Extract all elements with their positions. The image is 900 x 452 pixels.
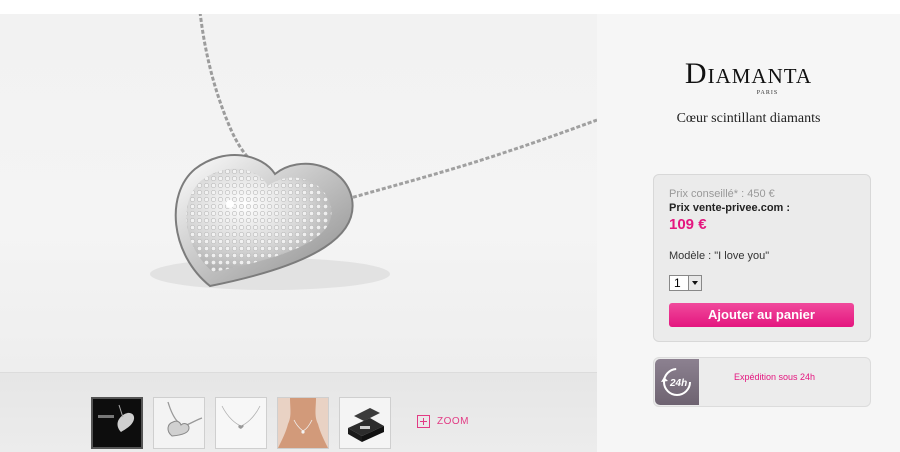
price-box: Prix conseillé* : 450 € Prix vente-prive… (653, 174, 871, 342)
product-gallery: ZOOM (0, 14, 597, 452)
product-title: Cœur scintillant diamants (676, 111, 821, 126)
thumb-necklace-full-image (216, 398, 266, 448)
thumb-gift-box-image (340, 398, 390, 448)
main-product-image[interactable] (0, 14, 597, 372)
brand-name: Diamanta (684, 57, 813, 90)
thumb-necklace-closeup[interactable] (153, 397, 205, 449)
thumbnail-bar: ZOOM (0, 372, 597, 452)
top-strip (0, 0, 900, 14)
thumb-box-packaging-image (93, 399, 141, 447)
thumb-worn-model-image (278, 398, 328, 448)
shipping-info: 24h Expédition sous 24h (653, 357, 871, 407)
thumb-necklace-closeup-image (154, 398, 204, 448)
sale-price-label: Prix vente-privee.com : (669, 202, 791, 214)
model-label: Modèle : "I love you" (669, 250, 770, 262)
quantity-select[interactable]: 1 (669, 275, 702, 291)
product-info-panel: Diamanta PARIS Cœur scintillant diamants… (597, 14, 900, 452)
shipping-24h-icon: 24h (655, 359, 699, 405)
brand-logo: Diamanta PARIS (597, 57, 900, 97)
shipping-icon-label: 24h (669, 378, 687, 389)
zoom-label: ZOOM (437, 416, 469, 427)
thumb-gift-box[interactable] (339, 397, 391, 449)
zoom-button[interactable]: ZOOM (417, 415, 469, 428)
chevron-down-icon[interactable] (688, 276, 701, 290)
thumb-worn-model[interactable] (277, 397, 329, 449)
add-to-cart-button[interactable]: Ajouter au panier (669, 303, 854, 327)
recommended-price: Prix conseillé* : 450 € (669, 188, 775, 200)
thumb-necklace-full[interactable] (215, 397, 267, 449)
sale-price: 109 € (669, 216, 707, 233)
quantity-value: 1 (674, 276, 681, 290)
necklace-illustration (150, 14, 597, 290)
shipping-24h-graphic: 24h (661, 368, 691, 396)
thumb-box-packaging[interactable] (91, 397, 143, 449)
zoom-plus-icon (417, 415, 430, 428)
shipping-text: Expédition sous 24h (734, 372, 816, 382)
brand-city: PARIS (756, 90, 779, 96)
